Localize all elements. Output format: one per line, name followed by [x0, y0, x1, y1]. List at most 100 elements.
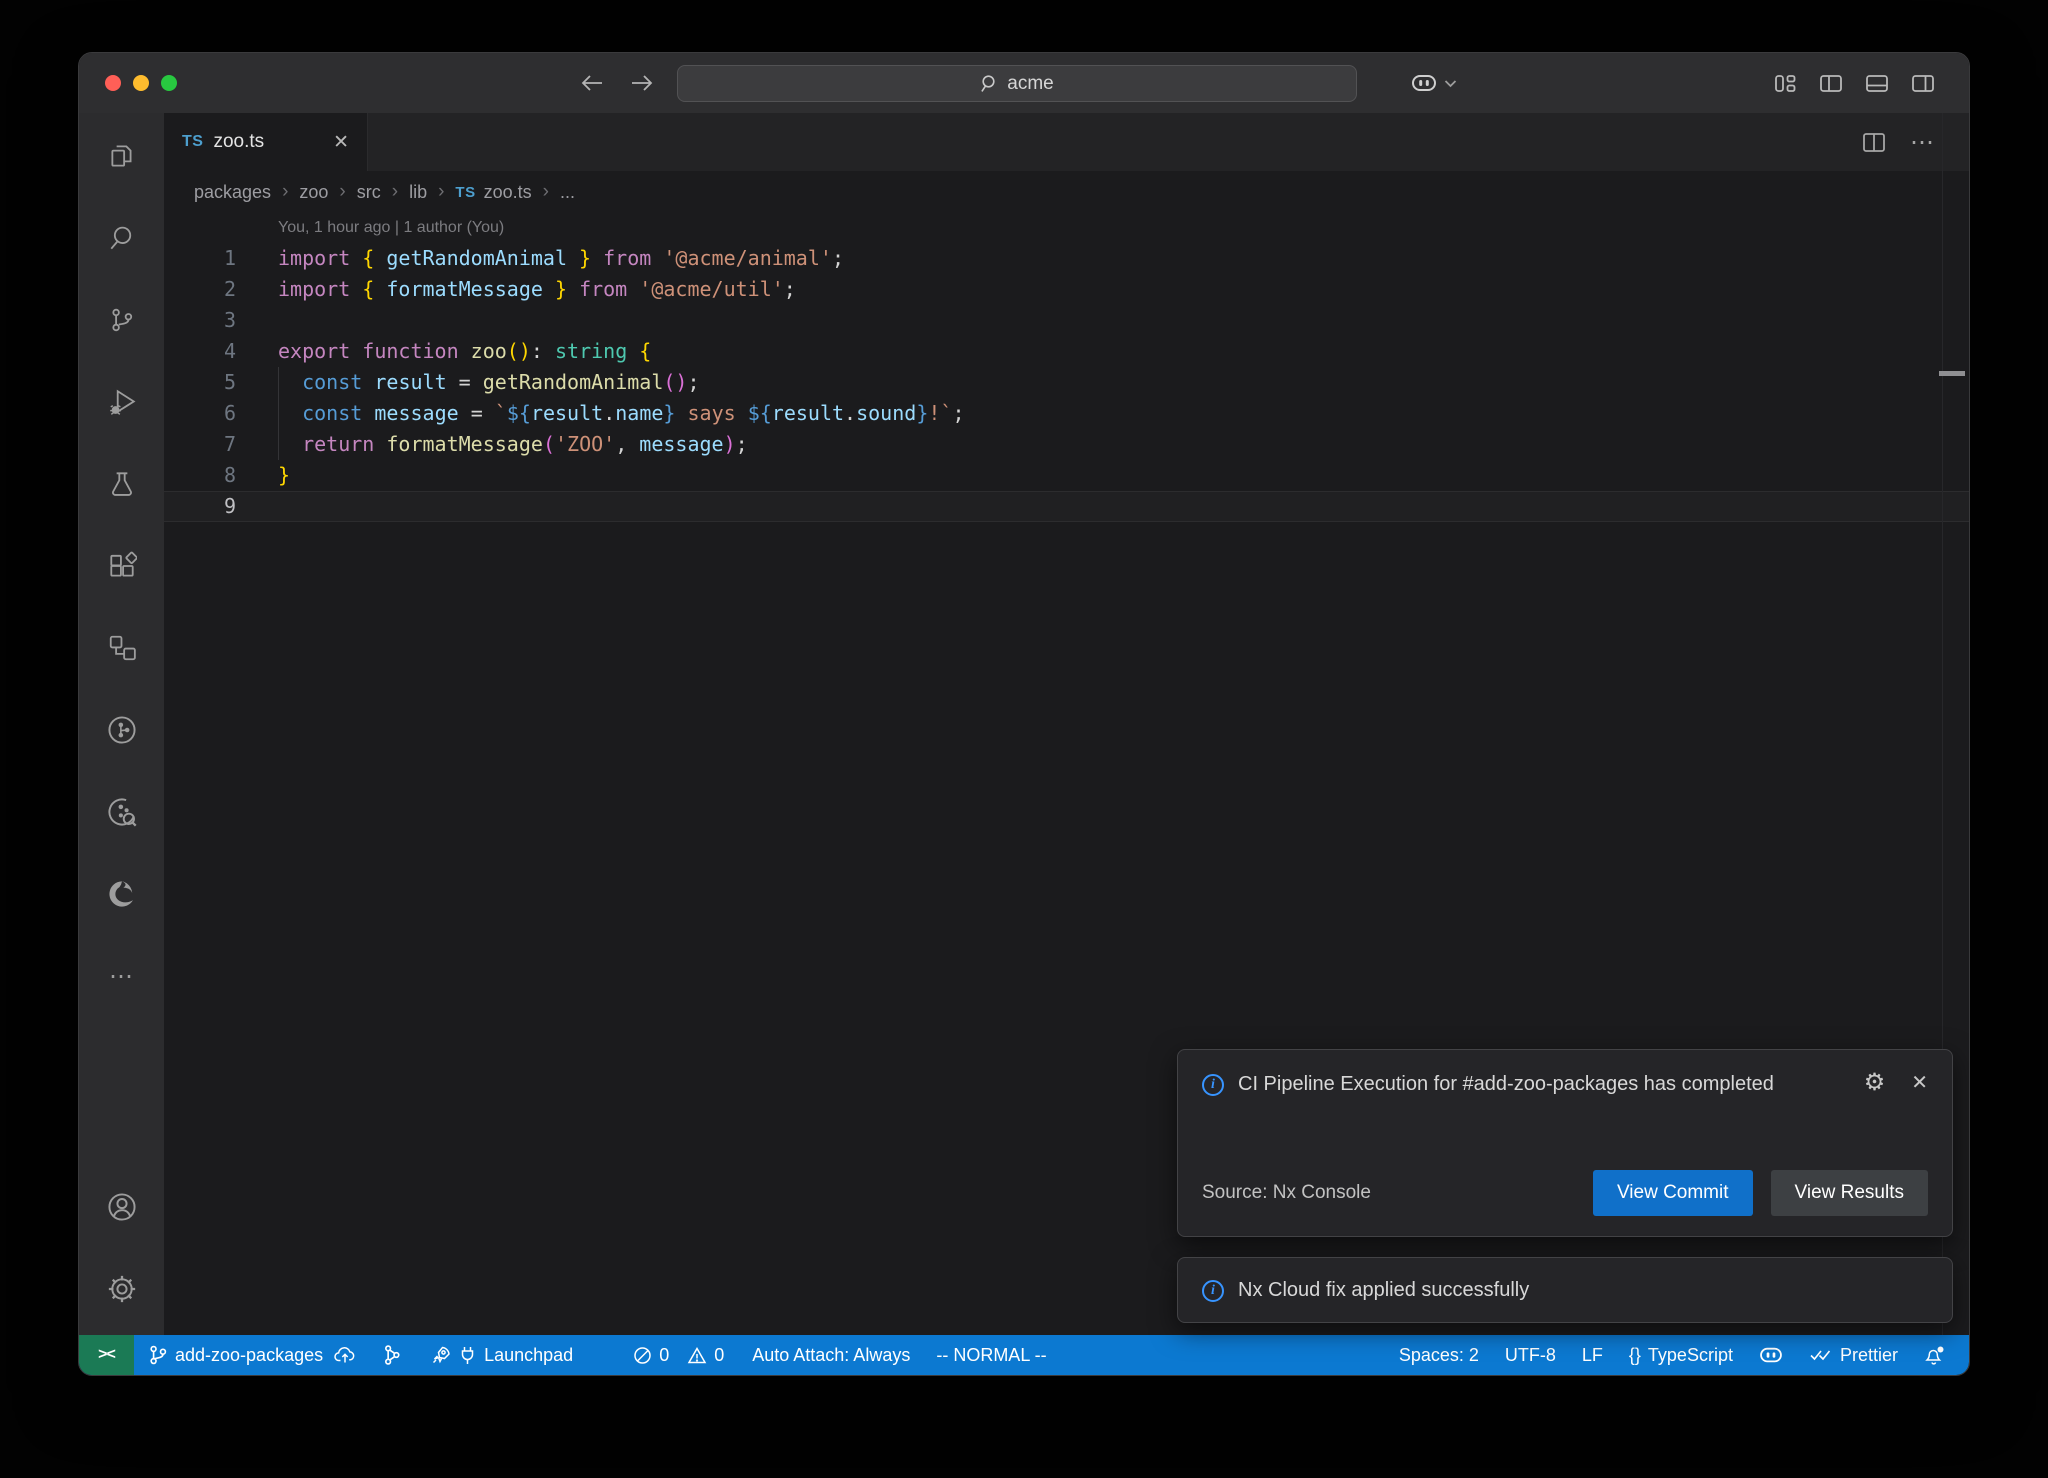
error-icon: [633, 1346, 652, 1365]
settings-gear-icon[interactable]: [98, 1265, 146, 1313]
formatter-status-item[interactable]: Prettier: [1809, 1335, 1898, 1375]
zoom-window-button[interactable]: [161, 75, 177, 91]
warning-count: 0: [714, 1345, 724, 1366]
commit-graph-icon: [382, 1344, 402, 1366]
language-status-item[interactable]: {} TypeScript: [1629, 1335, 1733, 1375]
notification-source: Source: Nx Console: [1202, 1182, 1371, 1204]
launchpad-label: Launchpad: [484, 1345, 573, 1366]
breadcrumb-item[interactable]: packages: [194, 182, 271, 203]
vscode-window: acme: [78, 52, 1970, 1376]
code-line[interactable]: 1import { getRandomAnimal } from '@acme/…: [164, 243, 1969, 274]
copilot-status-item[interactable]: [1759, 1335, 1783, 1375]
warning-icon: [687, 1346, 707, 1365]
git-blame-annotation[interactable]: You, 1 hour ago | 1 author (You): [164, 213, 1969, 243]
toggle-primary-sidebar-icon[interactable]: [1819, 74, 1843, 93]
indentation-status-item[interactable]: Spaces: 2: [1399, 1335, 1479, 1375]
launchpad-status-item[interactable]: Launchpad: [430, 1335, 573, 1375]
code-line[interactable]: 2import { formatMessage } from '@acme/ut…: [164, 274, 1969, 305]
copilot-menu[interactable]: [1411, 53, 1457, 113]
breadcrumb-item[interactable]: src: [357, 182, 381, 203]
line-number[interactable]: 4: [164, 336, 236, 367]
remote-indicator[interactable]: ><: [79, 1335, 134, 1375]
code-line[interactable]: 9: [164, 491, 1969, 522]
run-and-debug-icon[interactable]: [98, 378, 146, 426]
double-check-icon: [1809, 1347, 1833, 1363]
code-line[interactable]: 6 const message = `${result.name} says $…: [164, 398, 1969, 429]
code-line[interactable]: 7 return formatMessage('ZOO', message);: [164, 429, 1969, 460]
line-number[interactable]: 5: [164, 367, 236, 398]
toggle-panel-icon[interactable]: [1865, 74, 1889, 93]
copilot-icon: [1411, 73, 1437, 94]
project-graph-icon[interactable]: [98, 624, 146, 672]
problems-status-item[interactable]: 0 0: [633, 1335, 724, 1375]
line-number[interactable]: 3: [164, 305, 236, 336]
status-bar: >< add-zoo-packages: [79, 1335, 1969, 1375]
code-line[interactable]: 8}: [164, 460, 1969, 491]
more-views-icon[interactable]: ⋯: [98, 952, 146, 1000]
encoding-status-item[interactable]: UTF-8: [1505, 1335, 1556, 1375]
editor-more-actions-icon[interactable]: ⋯: [1910, 128, 1935, 157]
code-text: }: [236, 460, 290, 491]
line-number[interactable]: 8: [164, 460, 236, 491]
vim-mode-status-item[interactable]: -- NORMAL --: [936, 1335, 1046, 1375]
toggle-secondary-sidebar-icon[interactable]: [1911, 74, 1935, 93]
line-number[interactable]: 6: [164, 398, 236, 429]
git-branch-icon: [148, 1344, 168, 1366]
split-editor-icon[interactable]: [1862, 132, 1886, 153]
chevron-down-icon: [1444, 79, 1457, 88]
typescript-file-icon: TS: [182, 133, 203, 151]
view-commit-button[interactable]: View Commit: [1593, 1170, 1753, 1216]
edge-browser-icon[interactable]: [98, 870, 146, 918]
code-text: import { formatMessage } from '@acme/uti…: [236, 274, 796, 305]
eol-status-item[interactable]: LF: [1582, 1335, 1603, 1375]
line-number[interactable]: 2: [164, 274, 236, 305]
notification-message: CI Pipeline Execution for #add-zoo-packa…: [1238, 1065, 1838, 1103]
breadcrumb-item[interactable]: lib: [409, 182, 427, 203]
plug-icon: [458, 1345, 477, 1366]
gitlens-inspect-icon[interactable]: [98, 788, 146, 836]
source-control-icon[interactable]: [98, 296, 146, 344]
branch-name: add-zoo-packages: [175, 1345, 323, 1366]
notifications-bell-icon[interactable]: [1924, 1335, 1945, 1375]
rocket-icon: [430, 1345, 451, 1366]
copilot-icon: [1759, 1346, 1783, 1365]
code-line[interactable]: 4export function zoo(): string {: [164, 336, 1969, 367]
account-icon[interactable]: [98, 1183, 146, 1231]
code-lines: 1import { getRandomAnimal } from '@acme/…: [164, 243, 1969, 522]
customize-layout-icon[interactable]: [1774, 74, 1797, 93]
code-line[interactable]: 5 const result = getRandomAnimal();: [164, 367, 1969, 398]
breadcrumb-trailing[interactable]: ...: [560, 182, 575, 203]
tab-zoo-ts[interactable]: TS zoo.ts ✕: [164, 113, 368, 171]
traffic-lights: [105, 75, 177, 91]
notification-close-icon[interactable]: ✕: [1911, 1072, 1928, 1094]
chevron-right-icon: ›: [392, 181, 398, 203]
view-results-button[interactable]: View Results: [1771, 1170, 1928, 1216]
minimize-window-button[interactable]: [133, 75, 149, 91]
branch-status-item[interactable]: add-zoo-packages: [148, 1335, 356, 1375]
gitlens-icon[interactable]: [98, 706, 146, 754]
line-number[interactable]: 7: [164, 429, 236, 460]
notification-message: Nx Cloud fix applied successfully: [1238, 1279, 1529, 1302]
extensions-icon[interactable]: [98, 542, 146, 590]
close-tab-icon[interactable]: ✕: [333, 131, 349, 154]
overview-ruler-decoration: [1939, 371, 1965, 376]
line-number[interactable]: 1: [164, 243, 236, 274]
line-number[interactable]: 9: [164, 491, 236, 522]
explorer-icon[interactable]: [98, 132, 146, 180]
code-text: import { getRandomAnimal } from '@acme/a…: [236, 243, 844, 274]
tab-bar: TS zoo.ts ✕ ⋯: [164, 113, 1969, 171]
testing-icon[interactable]: [98, 460, 146, 508]
auto-attach-status-item[interactable]: Auto Attach: Always: [752, 1335, 910, 1375]
forward-arrow-icon[interactable]: [629, 70, 655, 96]
breadcrumb-file[interactable]: TS zoo.ts: [455, 182, 531, 203]
search-icon[interactable]: [98, 214, 146, 262]
code-line[interactable]: 3: [164, 305, 1969, 336]
breadcrumb-item[interactable]: zoo: [299, 182, 328, 203]
code-text: const message = `${result.name} says ${r…: [236, 398, 965, 429]
command-center-search[interactable]: acme: [677, 65, 1357, 102]
typescript-file-icon: TS: [455, 184, 475, 201]
close-window-button[interactable]: [105, 75, 121, 91]
commit-graph-status-item[interactable]: [382, 1335, 402, 1375]
back-arrow-icon[interactable]: [579, 70, 605, 96]
notification-settings-icon[interactable]: ⚙: [1864, 1072, 1886, 1094]
